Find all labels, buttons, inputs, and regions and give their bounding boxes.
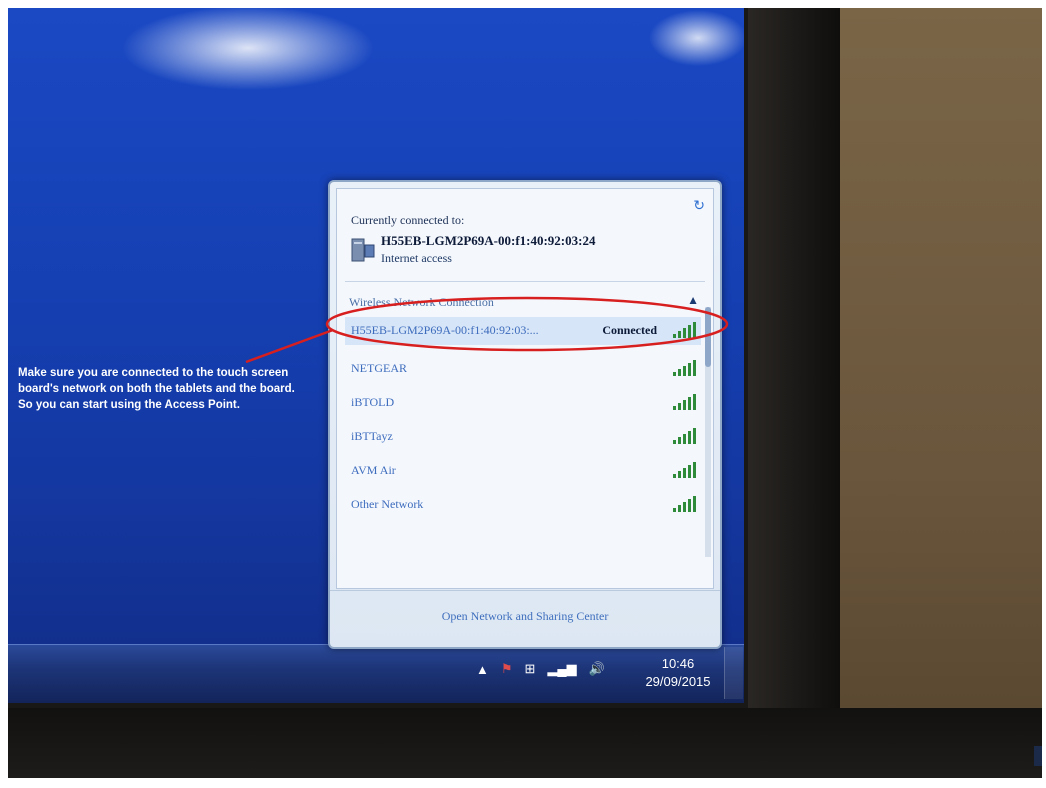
network-computer-icon	[351, 238, 375, 262]
monitor-bezel-side	[748, 8, 840, 708]
monitor-bottom-bezel	[8, 708, 1042, 778]
network-row[interactable]: H55EB-LGM2P69A-00:f1:40:92:03:... Connec…	[345, 317, 701, 345]
current-network-status: Internet access	[381, 251, 452, 265]
windows-flag-icon[interactable]: ⊞	[525, 661, 536, 677]
network-signal-icon[interactable]: ▂▄▆	[547, 661, 576, 677]
volume-icon[interactable]: 🔊	[589, 661, 605, 677]
section-divider	[345, 281, 705, 282]
open-network-sharing-center-link[interactable]: Open Network and Sharing Center	[330, 609, 720, 624]
signal-strength-icon	[673, 394, 696, 410]
taskbar-clock[interactable]: 10:46 29/09/2015	[638, 655, 718, 691]
network-row[interactable]: iBTTayz	[345, 423, 701, 451]
network-state: Connected	[602, 323, 657, 337]
refresh-icon[interactable]: ↻	[693, 197, 705, 214]
network-name: iBTOLD	[351, 395, 395, 409]
wireless-section-heading: Wireless Network Connection	[349, 295, 494, 309]
network-row[interactable]: iBTOLD	[345, 389, 701, 417]
currently-connected-label: Currently connected to:	[351, 213, 465, 227]
signal-strength-icon	[673, 322, 696, 338]
scrollbar-thumb[interactable]	[705, 307, 711, 367]
signal-strength-icon	[673, 462, 696, 478]
taskbar: ▲ ⚑ ⊞ ▂▄▆ 🔊 10:46 29/09/2015	[8, 644, 744, 703]
network-name: iBTTayz	[351, 429, 393, 443]
network-name: NETGEAR	[351, 361, 407, 375]
network-row[interactable]: AVM Air	[345, 457, 701, 485]
desktop-screen: Make sure you are connected to the touch…	[8, 8, 744, 703]
network-name: H55EB-LGM2P69A-00:f1:40:92:03:...	[351, 323, 539, 337]
network-flyout: ↻ Currently connected to: H55EB-LGM2P69A…	[328, 180, 722, 649]
collapse-chevron-icon[interactable]: ▲	[687, 293, 699, 307]
signal-strength-icon	[673, 496, 696, 512]
flyout-footer: Open Network and Sharing Center	[330, 590, 720, 647]
clock-time: 10:46	[661, 656, 695, 671]
current-network-name: H55EB-LGM2P69A-00:f1:40:92:03:24	[381, 233, 596, 248]
annotation-pointer-line	[245, 328, 334, 364]
wall-background	[816, 8, 1042, 778]
network-name: Other Network	[351, 497, 424, 511]
network-row[interactable]: Other Network	[345, 491, 701, 519]
show-hidden-icons-arrow-icon[interactable]: ▲	[476, 662, 489, 677]
network-list-panel: ↻ Currently connected to: H55EB-LGM2P69A…	[336, 188, 714, 589]
annotation-caption: Make sure you are connected to the touch…	[18, 367, 295, 411]
network-name: AVM Air	[351, 463, 396, 477]
signal-strength-icon	[673, 360, 696, 376]
clock-date: 29/09/2015	[645, 674, 711, 689]
show-desktop-button[interactable]	[724, 647, 743, 699]
desk-object	[1034, 746, 1042, 766]
system-tray: ▲ ⚑ ⊞ ▂▄▆ 🔊	[476, 657, 605, 681]
signal-strength-icon	[673, 428, 696, 444]
action-center-flag-icon[interactable]: ⚑	[501, 661, 513, 677]
network-row[interactable]: NETGEAR	[345, 355, 701, 383]
photo-frame: Make sure you are connected to the touch…	[8, 8, 1042, 778]
